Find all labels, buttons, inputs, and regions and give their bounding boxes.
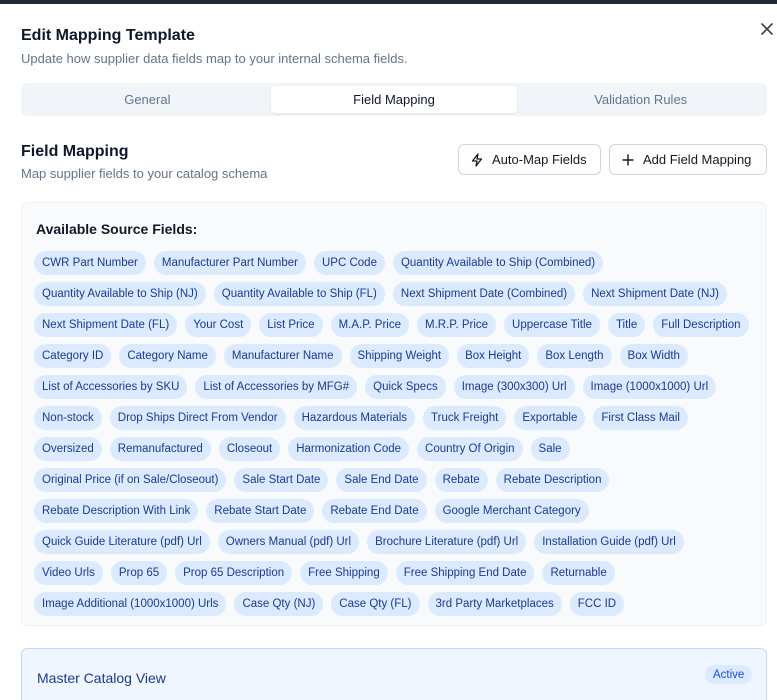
source-field-chip[interactable]: Manufacturer Part Number: [153, 251, 306, 275]
source-field-chip[interactable]: Image (1000x1000) Url: [582, 375, 717, 399]
source-field-chip[interactable]: Image Additional (1000x1000) Urls: [34, 592, 227, 616]
source-field-chip[interactable]: Hazardous Materials: [293, 406, 416, 430]
source-field-chip[interactable]: Quick Guide Literature (pdf) Url: [34, 530, 210, 554]
dialog-subtitle: Update how supplier data fields map to y…: [21, 51, 408, 66]
source-field-chip[interactable]: Category ID: [34, 344, 112, 368]
source-field-chip[interactable]: Box Height: [457, 344, 530, 368]
source-field-chip[interactable]: Returnable: [542, 561, 615, 585]
source-field-chip[interactable]: Harmonization Code: [288, 437, 410, 461]
source-field-chip[interactable]: Exportable: [514, 406, 586, 430]
tab-general[interactable]: General: [24, 86, 271, 113]
auto-map-fields-label: Auto-Map Fields: [492, 152, 587, 167]
source-field-chip[interactable]: Country Of Origin: [417, 437, 523, 461]
source-field-chip[interactable]: M.R.P. Price: [416, 313, 497, 337]
source-field-chip[interactable]: Box Length: [537, 344, 612, 368]
source-field-chip[interactable]: CWR Part Number: [34, 251, 146, 275]
source-field-chip[interactable]: Brochure Literature (pdf) Url: [367, 530, 527, 554]
source-field-chip[interactable]: Non-stock: [34, 406, 102, 430]
close-button[interactable]: [759, 21, 775, 37]
source-field-chip[interactable]: Manufacturer Name: [223, 344, 342, 368]
add-field-mapping-label: Add Field Mapping: [643, 152, 752, 167]
source-field-chip[interactable]: Sale Start Date: [234, 468, 329, 492]
source-field-chip[interactable]: Prop 65: [110, 561, 168, 585]
source-field-chip[interactable]: Closeout: [218, 437, 281, 461]
field-mapping-subtitle: Map supplier fields to your catalog sche…: [21, 166, 268, 181]
source-field-chip[interactable]: First Class Mail: [593, 406, 688, 430]
available-source-fields-panel: Available Source Fields: CWR Part Number…: [21, 202, 767, 626]
source-field-chip[interactable]: FCC ID: [569, 592, 625, 616]
close-icon: [761, 23, 773, 35]
source-field-chip[interactable]: 3rd Party Marketplaces: [427, 592, 562, 616]
source-field-chip[interactable]: Case Qty (NJ): [234, 592, 324, 616]
source-field-chip[interactable]: Case Qty (FL): [331, 592, 420, 616]
source-field-chip[interactable]: Full Description: [653, 313, 749, 337]
source-field-chip[interactable]: Title: [607, 313, 646, 337]
source-field-chip[interactable]: Rebate: [434, 468, 488, 492]
lightning-icon: [471, 152, 483, 167]
source-field-chip[interactable]: Next Shipment Date (FL): [34, 313, 178, 337]
source-field-chip[interactable]: Original Price (if on Sale/Closeout): [34, 468, 227, 492]
source-field-chip[interactable]: Quantity Available to Ship (FL): [213, 282, 385, 306]
source-field-chip-list: CWR Part Number Manufacturer Part Number U…: [34, 251, 759, 616]
source-field-chip[interactable]: Rebate Description: [495, 468, 610, 492]
source-field-chip[interactable]: Box Width: [619, 344, 688, 368]
source-field-chip[interactable]: List of Accessories by SKU: [34, 375, 188, 399]
source-field-chip[interactable]: Quantity Available to Ship (Combined): [392, 251, 604, 275]
tab-field-mapping[interactable]: Field Mapping: [270, 86, 518, 113]
source-field-chip[interactable]: Sale End Date: [336, 468, 427, 492]
status-badge: Active: [705, 665, 753, 684]
edit-mapping-dialog: Edit Mapping Template Update how supplie…: [0, 4, 777, 700]
source-field-chip[interactable]: Google Merchant Category: [434, 499, 589, 523]
source-field-chip[interactable]: List of Accessories by MFG#: [195, 375, 358, 399]
source-field-chip[interactable]: Rebate Description With Link: [34, 499, 199, 523]
source-field-chip[interactable]: Next Shipment Date (Combined): [392, 282, 576, 306]
source-field-chip[interactable]: Remanufactured: [109, 437, 211, 461]
source-field-chip[interactable]: Sale: [530, 437, 570, 461]
source-field-chip[interactable]: Installation Guide (pdf) Url: [534, 530, 684, 554]
available-source-fields-label: Available Source Fields:: [36, 221, 198, 237]
dialog-title: Edit Mapping Template: [21, 27, 195, 44]
source-field-chip[interactable]: Uppercase Title: [504, 313, 600, 337]
tab-validation-rules[interactable]: Validation Rules: [517, 86, 764, 113]
source-field-chip[interactable]: Shipping Weight: [349, 344, 450, 368]
source-field-chip[interactable]: Quick Specs: [365, 375, 446, 399]
source-field-chip[interactable]: UPC Code: [314, 251, 385, 275]
auto-map-fields-button[interactable]: Auto-Map Fields: [458, 144, 601, 175]
tab-list: General Field Mapping Validation Rules: [21, 83, 767, 116]
source-field-chip[interactable]: Free Shipping End Date: [395, 561, 535, 585]
source-field-chip[interactable]: Free Shipping: [300, 561, 388, 585]
master-catalog-card[interactable]: Master Catalog View Active: [21, 648, 767, 700]
plus-icon: [622, 153, 634, 166]
master-catalog-title: Master Catalog View: [37, 670, 166, 686]
field-mapping-title: Field Mapping: [21, 143, 129, 160]
source-field-chip[interactable]: Next Shipment Date (NJ): [583, 282, 727, 306]
source-field-chip[interactable]: Truck Freight: [423, 406, 507, 430]
source-field-chip[interactable]: Category Name: [119, 344, 216, 368]
source-field-chip[interactable]: M.A.P. Price: [330, 313, 409, 337]
source-field-chip[interactable]: Prop 65 Description: [175, 561, 293, 585]
source-field-chip[interactable]: Quantity Available to Ship (NJ): [34, 282, 206, 306]
source-field-chip[interactable]: Oversized: [34, 437, 102, 461]
source-field-chip[interactable]: Rebate Start Date: [206, 499, 315, 523]
source-field-chip[interactable]: Video Urls: [34, 561, 103, 585]
source-field-chip[interactable]: Owners Manual (pdf) Url: [217, 530, 360, 554]
add-field-mapping-button[interactable]: Add Field Mapping: [609, 144, 767, 175]
source-field-chip[interactable]: Rebate End Date: [322, 499, 427, 523]
source-field-chip[interactable]: Drop Ships Direct From Vendor: [109, 406, 286, 430]
source-field-chip[interactable]: List Price: [259, 313, 323, 337]
source-field-chip[interactable]: Image (300x300) Url: [453, 375, 575, 399]
source-field-chip[interactable]: Your Cost: [185, 313, 252, 337]
